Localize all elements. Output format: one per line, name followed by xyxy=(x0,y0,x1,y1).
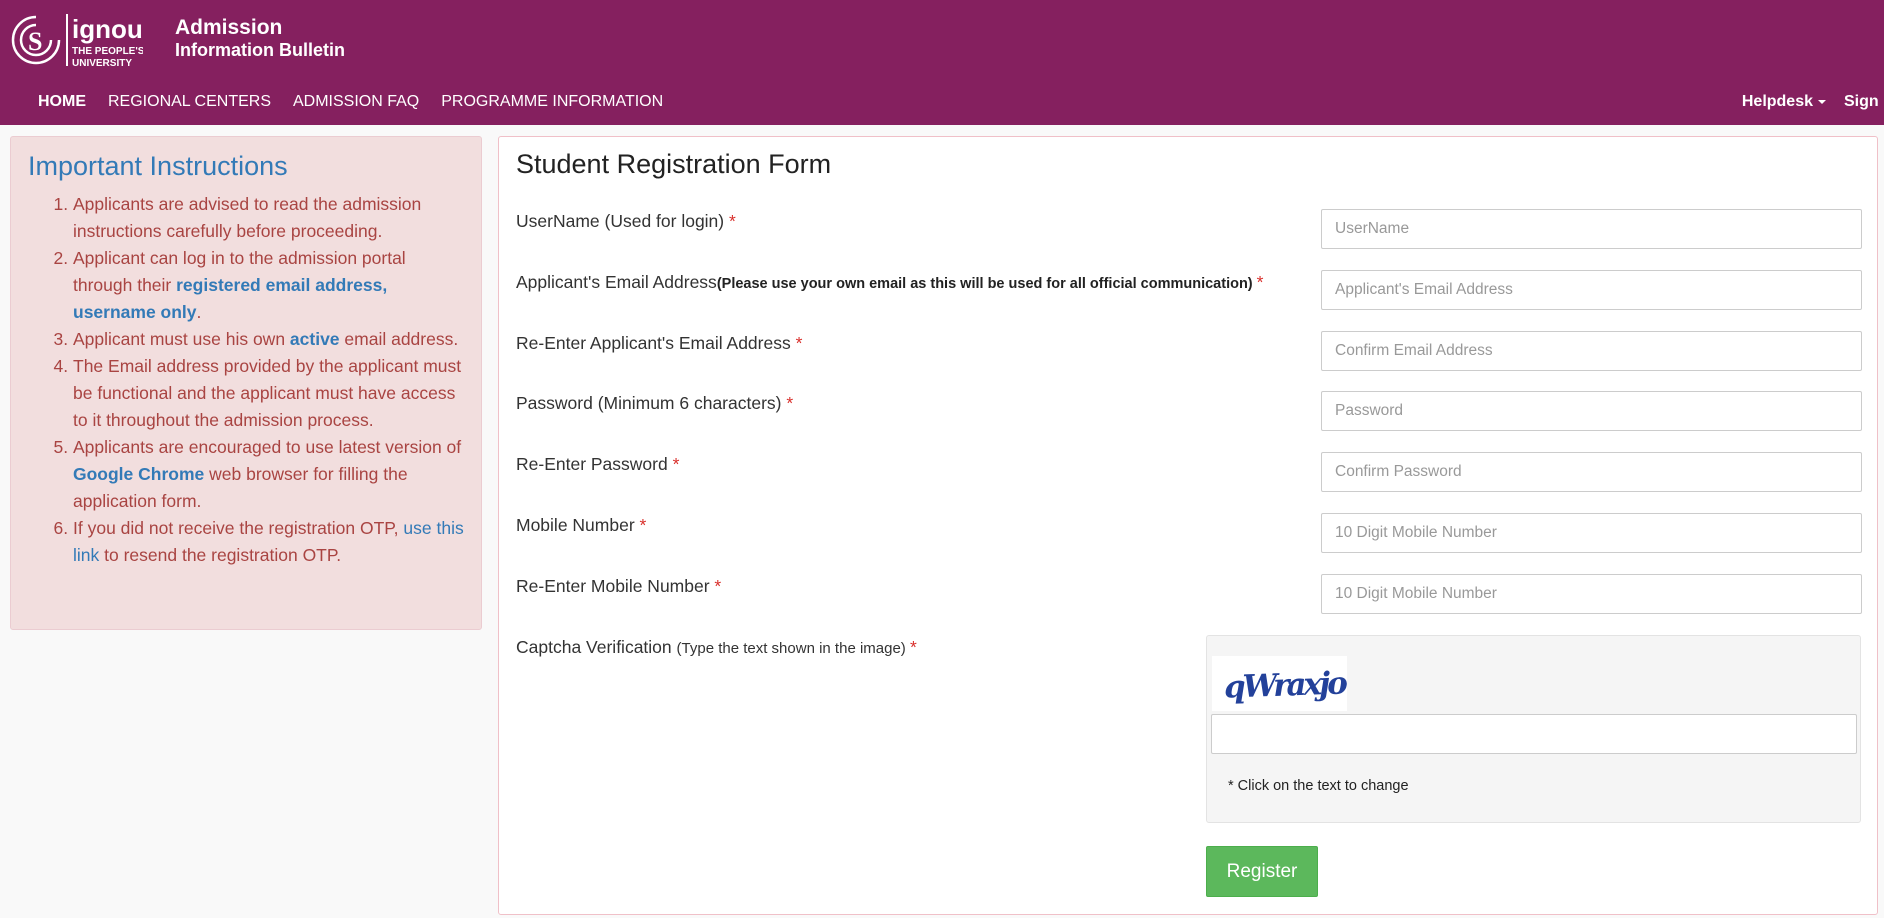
instruction-text: Applicants are encouraged to use latest … xyxy=(73,437,462,457)
helpdesk-dropdown[interactable]: Helpdesk xyxy=(1724,90,1826,114)
confirm-mobile-input[interactable] xyxy=(1321,574,1862,614)
required-mark: * xyxy=(1256,272,1264,292)
email-label: Applicant's Email Address(Please use you… xyxy=(516,272,1264,292)
instruction-text: Applicants are advised to read the admis… xyxy=(73,194,422,241)
instruction-highlight: Google Chrome xyxy=(73,464,205,484)
required-mark: * xyxy=(639,515,647,535)
confirm-password-label: Re-Enter Password * xyxy=(516,454,680,474)
instruction-text: Applicant must use his own xyxy=(73,329,290,349)
svg-text:qWraxjo: qWraxjo xyxy=(1223,665,1347,705)
nav-programme-information[interactable]: PROGRAMME INFORMATION xyxy=(430,90,674,114)
svg-text:ignou: ignou xyxy=(72,14,143,44)
confirm-email-label: Re-Enter Applicant's Email Address * xyxy=(516,333,803,353)
instruction-text: If you did not receive the registration … xyxy=(73,518,404,538)
confirm-mobile-label: Re-Enter Mobile Number * xyxy=(516,576,722,596)
mobile-label: Mobile Number * xyxy=(516,515,647,535)
form-title: Student Registration Form xyxy=(516,149,832,179)
main-nav: HOME REGIONAL CENTERS ADMISSION FAQ PROG… xyxy=(27,90,674,114)
email-note: (Please use your own email as this will … xyxy=(716,276,1257,292)
required-mark: * xyxy=(714,576,722,596)
ignou-logo[interactable]: S ignou THE PEOPLE'S UNIVERSITY xyxy=(8,12,145,69)
instruction-item: Applicant can log in to the admission po… xyxy=(73,245,465,326)
nav-admission-faq[interactable]: ADMISSION FAQ xyxy=(282,90,430,114)
required-mark: * xyxy=(786,393,794,413)
captcha-note: (Type the text shown in the image) xyxy=(676,640,910,657)
captcha-label: Captcha Verification (Type the text show… xyxy=(516,637,917,657)
email-input[interactable] xyxy=(1321,270,1862,310)
top-header: S ignou THE PEOPLE'S UNIVERSITY Admissio… xyxy=(0,0,1884,125)
captcha-input[interactable] xyxy=(1211,714,1857,754)
instructions-title: Important Instructions xyxy=(28,151,288,181)
instruction-item: The Email address provided by the applic… xyxy=(73,353,465,434)
captcha-box: qWraxjo * Click on the text to change xyxy=(1206,635,1861,823)
username-label: UserName (Used for login) * xyxy=(516,211,736,231)
captcha-image[interactable]: qWraxjo xyxy=(1212,656,1348,711)
bulletin-title-line2: Information Bulletin xyxy=(175,40,345,60)
svg-text:UNIVERSITY: UNIVERSITY xyxy=(72,58,132,68)
required-mark: * xyxy=(795,333,803,353)
password-input[interactable] xyxy=(1321,391,1862,431)
confirm-email-input[interactable] xyxy=(1321,331,1862,371)
user-nav: Helpdesk Sign In xyxy=(1724,90,1884,114)
svg-text:THE PEOPLE'S: THE PEOPLE'S xyxy=(72,46,143,57)
important-instructions-panel: Important Instructions Applicants are ad… xyxy=(10,136,482,630)
instruction-item: If you did not receive the registration … xyxy=(73,515,465,569)
instruction-text: to resend the registration OTP. xyxy=(99,545,342,565)
bulletin-title-line1: Admission xyxy=(175,16,283,39)
instruction-item: Applicants are advised to read the admis… xyxy=(73,191,465,245)
register-button[interactable]: Register xyxy=(1206,846,1318,897)
instruction-item: Applicants are encouraged to use latest … xyxy=(73,434,465,515)
registration-form-panel: Student Registration Form UserName (Used… xyxy=(498,136,1878,915)
nav-home[interactable]: HOME xyxy=(27,90,97,114)
instructions-list: Applicants are advised to read the admis… xyxy=(28,191,465,569)
password-label: Password (Minimum 6 characters) * xyxy=(516,393,794,413)
required-mark: * xyxy=(672,454,680,474)
sign-in-link[interactable]: Sign In xyxy=(1826,93,1884,110)
helpdesk-label: Helpdesk xyxy=(1741,93,1813,110)
instruction-text: The Email address provided by the applic… xyxy=(73,356,462,430)
required-mark: * xyxy=(909,637,917,657)
mobile-input[interactable] xyxy=(1321,513,1862,553)
instruction-highlight: active xyxy=(289,329,340,349)
required-mark: * xyxy=(728,211,736,231)
instruction-text: email address. xyxy=(339,329,459,349)
svg-text:S: S xyxy=(28,27,42,56)
username-input[interactable] xyxy=(1321,209,1862,249)
captcha-help-text: * Click on the text to change xyxy=(1228,778,1409,794)
caret-down-icon xyxy=(1818,99,1826,104)
nav-regional-centers[interactable]: REGIONAL CENTERS xyxy=(97,90,282,114)
confirm-password-input[interactable] xyxy=(1321,452,1862,492)
instruction-text: . xyxy=(196,302,202,322)
instruction-item: Applicant must use his own active email … xyxy=(73,326,465,353)
bulletin-title[interactable]: Admission Information Bulletin xyxy=(175,16,345,62)
